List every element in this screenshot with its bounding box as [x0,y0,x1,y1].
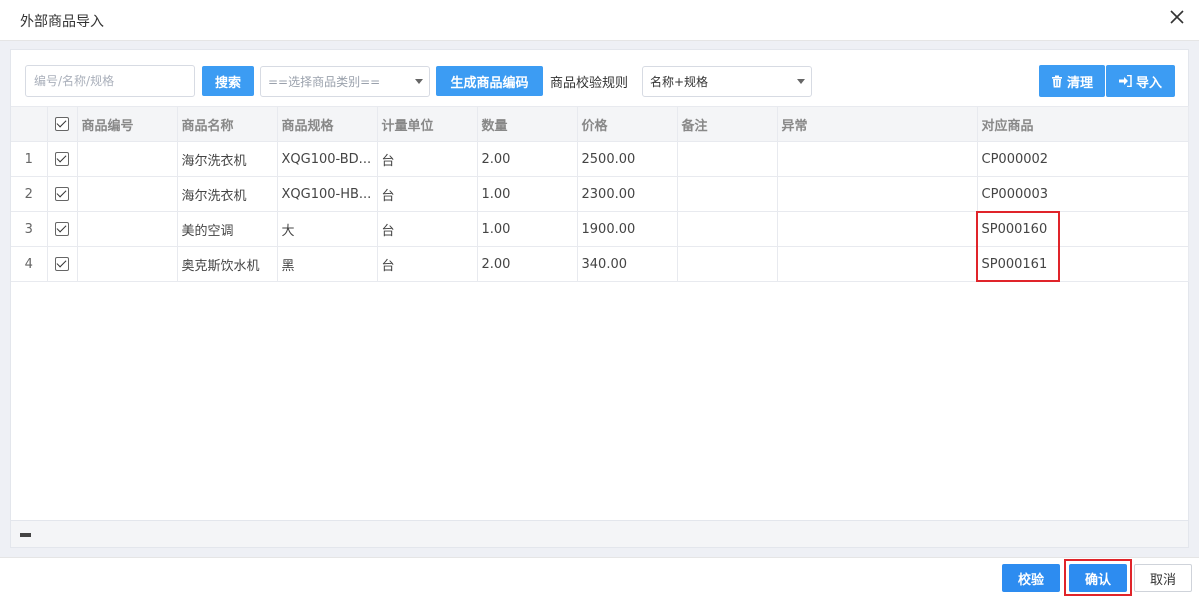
cell-code[interactable] [77,211,178,247]
verify-button[interactable]: 校验 [1002,564,1060,592]
import-panel: 搜索 ==选择商品类别== 生成商品编码 商品校验规则 名称+规格 清理 [10,49,1189,548]
import-button[interactable]: 导入 [1106,65,1175,97]
cell-remark[interactable] [677,211,778,247]
minus-icon[interactable] [20,533,31,537]
checkbox-icon[interactable] [55,117,69,131]
toolbar: 搜索 ==选择商品类别== 生成商品编码 商品校验规则 名称+规格 清理 [11,50,1188,106]
dialog-title: 外部商品导入 [20,14,104,30]
row-number: 1 [11,141,48,177]
search-input[interactable] [25,65,195,97]
confirm-button[interactable]: 确认 [1069,564,1127,592]
cell-error[interactable] [777,211,978,247]
dialog-titlebar: 外部商品导入 [0,0,1199,41]
cell-unit[interactable]: 台 [377,176,478,212]
cell-unit[interactable]: 台 [377,211,478,247]
generate-code-button[interactable]: 生成商品编码 [436,66,543,96]
cell-match[interactable]: CP000002 [977,141,1189,177]
cell-price[interactable]: 340.00 [577,246,678,282]
cell-code[interactable] [77,246,178,282]
cell-remark[interactable] [677,176,778,212]
cell-qty[interactable]: 2.00 [477,141,578,177]
category-select[interactable]: ==选择商品类别== [260,66,430,97]
checkbox-icon[interactable] [55,222,69,236]
trash-icon [1051,75,1062,87]
rule-select[interactable]: 名称+规格 [642,66,812,97]
dialog-body: 搜索 ==选择商品类别== 生成商品编码 商品校验规则 名称+规格 清理 [0,41,1199,557]
cell-code[interactable] [77,176,178,212]
header-name[interactable]: 商品名称 [177,106,278,142]
cell-price[interactable]: 2300.00 [577,176,678,212]
row-select-cell[interactable] [47,176,78,212]
cell-qty[interactable]: 1.00 [477,176,578,212]
header-match[interactable]: 对应商品 [977,106,1189,142]
rule-select-value: 名称+规格 [650,75,709,89]
header-code[interactable]: 商品编号 [77,106,178,142]
cell-unit[interactable]: 台 [377,246,478,282]
search-button[interactable]: 搜索 [202,66,254,96]
sign-in-icon [1118,75,1132,87]
cell-error[interactable] [777,246,978,282]
cell-qty[interactable]: 1.00 [477,211,578,247]
rule-label: 商品校验规则 [550,76,629,91]
cell-spec[interactable]: XQG100-BD... [277,141,378,177]
row-select-cell[interactable] [47,246,78,282]
cell-name[interactable]: 海尔洗衣机 [177,141,278,177]
cell-name[interactable]: 美的空调 [177,211,278,247]
clear-button[interactable]: 清理 [1039,65,1105,97]
clear-label: 清理 [1066,75,1093,91]
header-error[interactable]: 异常 [777,106,978,142]
cell-match[interactable]: CP000003 [977,176,1189,212]
grid-footer [11,520,1188,547]
header-unit[interactable]: 计量单位 [377,106,478,142]
table-row[interactable]: 1 海尔洗衣机 XQG100-BD... 台 2.00 2500.00 CP000002 [11,141,1189,177]
row-select-cell[interactable] [47,211,78,247]
cell-error[interactable] [777,141,978,177]
row-select-cell[interactable] [47,141,78,177]
cell-name[interactable]: 奥克斯饮水机 [177,246,278,282]
cell-remark[interactable] [677,246,778,282]
import-label: 导入 [1135,75,1162,91]
table-row[interactable]: 2 海尔洗衣机 XQG100-HB... 台 1.00 2300.00 CP000003 [11,176,1189,212]
cell-code[interactable] [77,141,178,177]
header-spec[interactable]: 商品规格 [277,106,378,142]
match-highlight-box [976,211,1060,282]
import-dialog: 外部商品导入 搜索 ==选择商品类别== 生成商品编码 商品校验规则 名称+规格 [0,0,1199,599]
header-rownum [11,106,48,142]
cell-error[interactable] [777,176,978,212]
chevron-down-icon [415,79,423,84]
cell-unit[interactable]: 台 [377,141,478,177]
category-select-value: ==选择商品类别== [268,75,381,89]
cell-remark[interactable] [677,141,778,177]
close-icon[interactable] [1167,7,1187,27]
cell-price[interactable]: 2500.00 [577,141,678,177]
checkbox-icon[interactable] [55,257,69,271]
cell-qty[interactable]: 2.00 [477,246,578,282]
cell-price[interactable]: 1900.00 [577,211,678,247]
row-number: 3 [11,211,48,247]
chevron-down-icon [797,79,805,84]
dialog-footer: 校验 确认 取消 [0,557,1199,599]
cell-spec[interactable]: XQG100-HB... [277,176,378,212]
checkbox-icon[interactable] [55,187,69,201]
header-price[interactable]: 价格 [577,106,678,142]
cell-spec[interactable]: 黑 [277,246,378,282]
cancel-button[interactable]: 取消 [1134,564,1192,592]
cell-spec[interactable]: 大 [277,211,378,247]
cell-name[interactable]: 海尔洗衣机 [177,176,278,212]
table-header-row: 商品编号 商品名称 商品规格 计量单位 数量 价格 备注 异常 对应商品 [11,106,1189,142]
header-remark[interactable]: 备注 [677,106,778,142]
header-select-all[interactable] [47,106,78,142]
header-qty[interactable]: 数量 [477,106,578,142]
row-number: 2 [11,176,48,212]
checkbox-icon[interactable] [55,152,69,166]
row-number: 4 [11,246,48,282]
